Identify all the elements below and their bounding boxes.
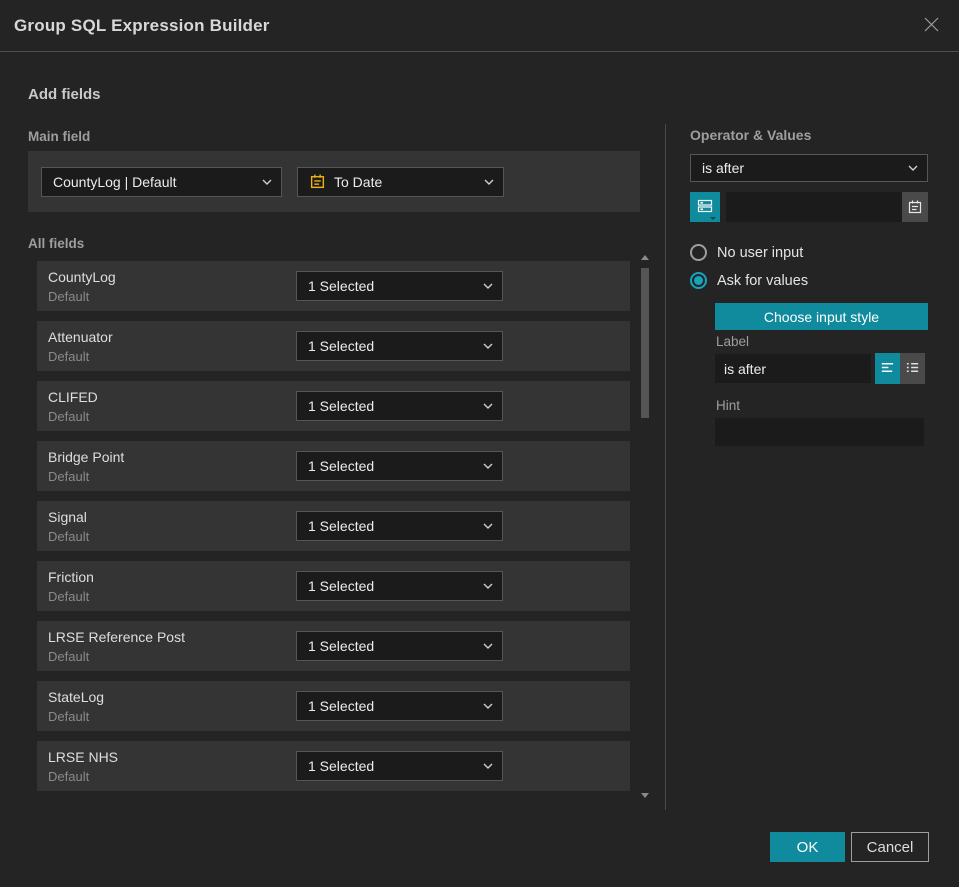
calendar-icon: [309, 173, 326, 190]
chevron-down-icon: [483, 283, 493, 289]
operator-select-value: is after: [702, 160, 745, 176]
field-values-select[interactable]: 1 Selected: [296, 571, 503, 601]
field-values-select[interactable]: 1 Selected: [296, 391, 503, 421]
field-values-select[interactable]: 1 Selected: [296, 271, 503, 301]
chevron-down-icon: [483, 763, 493, 769]
single-line-style-button[interactable]: [875, 353, 900, 384]
chevron-down-icon: [483, 583, 493, 589]
mini-caret-icon: [710, 217, 716, 220]
field-values-select-value: 1 Selected: [308, 458, 375, 474]
field-values-select-value: 1 Selected: [308, 278, 375, 294]
align-left-icon: [880, 360, 895, 378]
chevron-down-icon: [484, 179, 494, 185]
field-values-select[interactable]: 1 Selected: [296, 451, 503, 481]
label-input[interactable]: [715, 354, 871, 383]
date-field-select-value: To Date: [334, 173, 383, 190]
hint-input[interactable]: [715, 418, 924, 446]
field-values-select[interactable]: 1 Selected: [296, 751, 503, 781]
list-scrollbar[interactable]: [640, 255, 650, 798]
field-values-select-value: 1 Selected: [308, 398, 375, 414]
field-row: Signal Default 1 Selected: [37, 501, 630, 551]
group-sql-expression-builder-dialog: Group SQL Expression Builder Add fields …: [0, 0, 959, 887]
dialog-title: Group SQL Expression Builder: [14, 15, 270, 35]
field-values-select-value: 1 Selected: [308, 638, 375, 654]
hint-field-label: Hint: [716, 398, 741, 413]
field-values-select[interactable]: 1 Selected: [296, 631, 503, 661]
field-row: LRSE NHS Default 1 Selected: [37, 741, 630, 791]
scroll-up-icon[interactable]: [641, 255, 649, 260]
choose-input-style-button[interactable]: Choose input style: [715, 303, 928, 330]
all-fields-label: All fields: [28, 236, 85, 251]
label-row: [715, 353, 928, 384]
radio-no-user-input[interactable]: No user input: [690, 244, 803, 261]
field-row: CountyLog Default 1 Selected: [37, 261, 630, 311]
scroll-down-icon[interactable]: [641, 793, 649, 798]
operator-values-heading: Operator & Values: [690, 127, 812, 143]
radio-no-user-input-label: No user input: [717, 244, 804, 261]
radio-ask-for-values-label: Ask for values: [717, 272, 809, 289]
label-field-label: Label: [716, 334, 750, 349]
field-values-select[interactable]: 1 Selected: [296, 511, 503, 541]
field-values-select-value: 1 Selected: [308, 518, 375, 534]
chevron-down-icon: [908, 165, 918, 171]
chevron-down-icon: [483, 643, 493, 649]
field-row: Attenuator Default 1 Selected: [37, 321, 630, 371]
ok-button[interactable]: OK: [770, 832, 845, 862]
radio-ask-for-values[interactable]: Ask for values: [690, 272, 808, 289]
field-row: LRSE Reference Post Default 1 Selected: [37, 621, 630, 671]
stacked-values-icon: [697, 198, 713, 217]
value-date-input[interactable]: [726, 192, 902, 222]
field-values-select[interactable]: 1 Selected: [296, 691, 503, 721]
unique-values-button[interactable]: [690, 192, 720, 222]
field-row: StateLog Default 1 Selected: [37, 681, 630, 731]
field-row: CLIFED Default 1 Selected: [37, 381, 630, 431]
add-fields-heading: Add fields: [28, 86, 101, 103]
calendar-icon: [907, 199, 923, 215]
main-field-select[interactable]: CountyLog | Default: [41, 166, 282, 197]
radio-unchecked-icon: [690, 244, 707, 261]
chevron-down-icon: [483, 703, 493, 709]
titlebar: Group SQL Expression Builder: [0, 0, 959, 52]
vertical-divider: [665, 124, 666, 810]
field-row: Friction Default 1 Selected: [37, 561, 630, 611]
field-row: Bridge Point Default 1 Selected: [37, 441, 630, 491]
main-field-label: Main field: [28, 129, 91, 144]
field-values-select-value: 1 Selected: [308, 578, 375, 594]
operator-select[interactable]: is after: [690, 154, 928, 182]
chevron-down-icon: [483, 523, 493, 529]
field-values-select[interactable]: 1 Selected: [296, 331, 503, 361]
scrollbar-thumb[interactable]: [641, 268, 649, 418]
date-picker-button[interactable]: [902, 192, 928, 222]
main-field-select-value: CountyLog | Default: [53, 173, 177, 190]
cancel-button[interactable]: Cancel: [851, 832, 929, 862]
value-row: [690, 192, 928, 222]
list-style-button[interactable]: [900, 353, 925, 384]
main-field-panel: CountyLog | Default To Date: [28, 151, 640, 212]
all-fields-list: CountyLog Default 1 Selected Attenuator …: [37, 261, 630, 801]
field-values-select-value: 1 Selected: [308, 698, 375, 714]
chevron-down-icon: [483, 343, 493, 349]
close-button[interactable]: [919, 14, 943, 38]
field-values-select-value: 1 Selected: [308, 338, 375, 354]
date-field-select[interactable]: To Date: [297, 166, 504, 197]
close-icon: [923, 16, 940, 36]
field-values-select-value: 1 Selected: [308, 758, 375, 774]
bulleted-list-icon: [905, 360, 920, 378]
chevron-down-icon: [262, 179, 272, 185]
radio-checked-icon: [690, 272, 707, 289]
chevron-down-icon: [483, 463, 493, 469]
chevron-down-icon: [483, 403, 493, 409]
